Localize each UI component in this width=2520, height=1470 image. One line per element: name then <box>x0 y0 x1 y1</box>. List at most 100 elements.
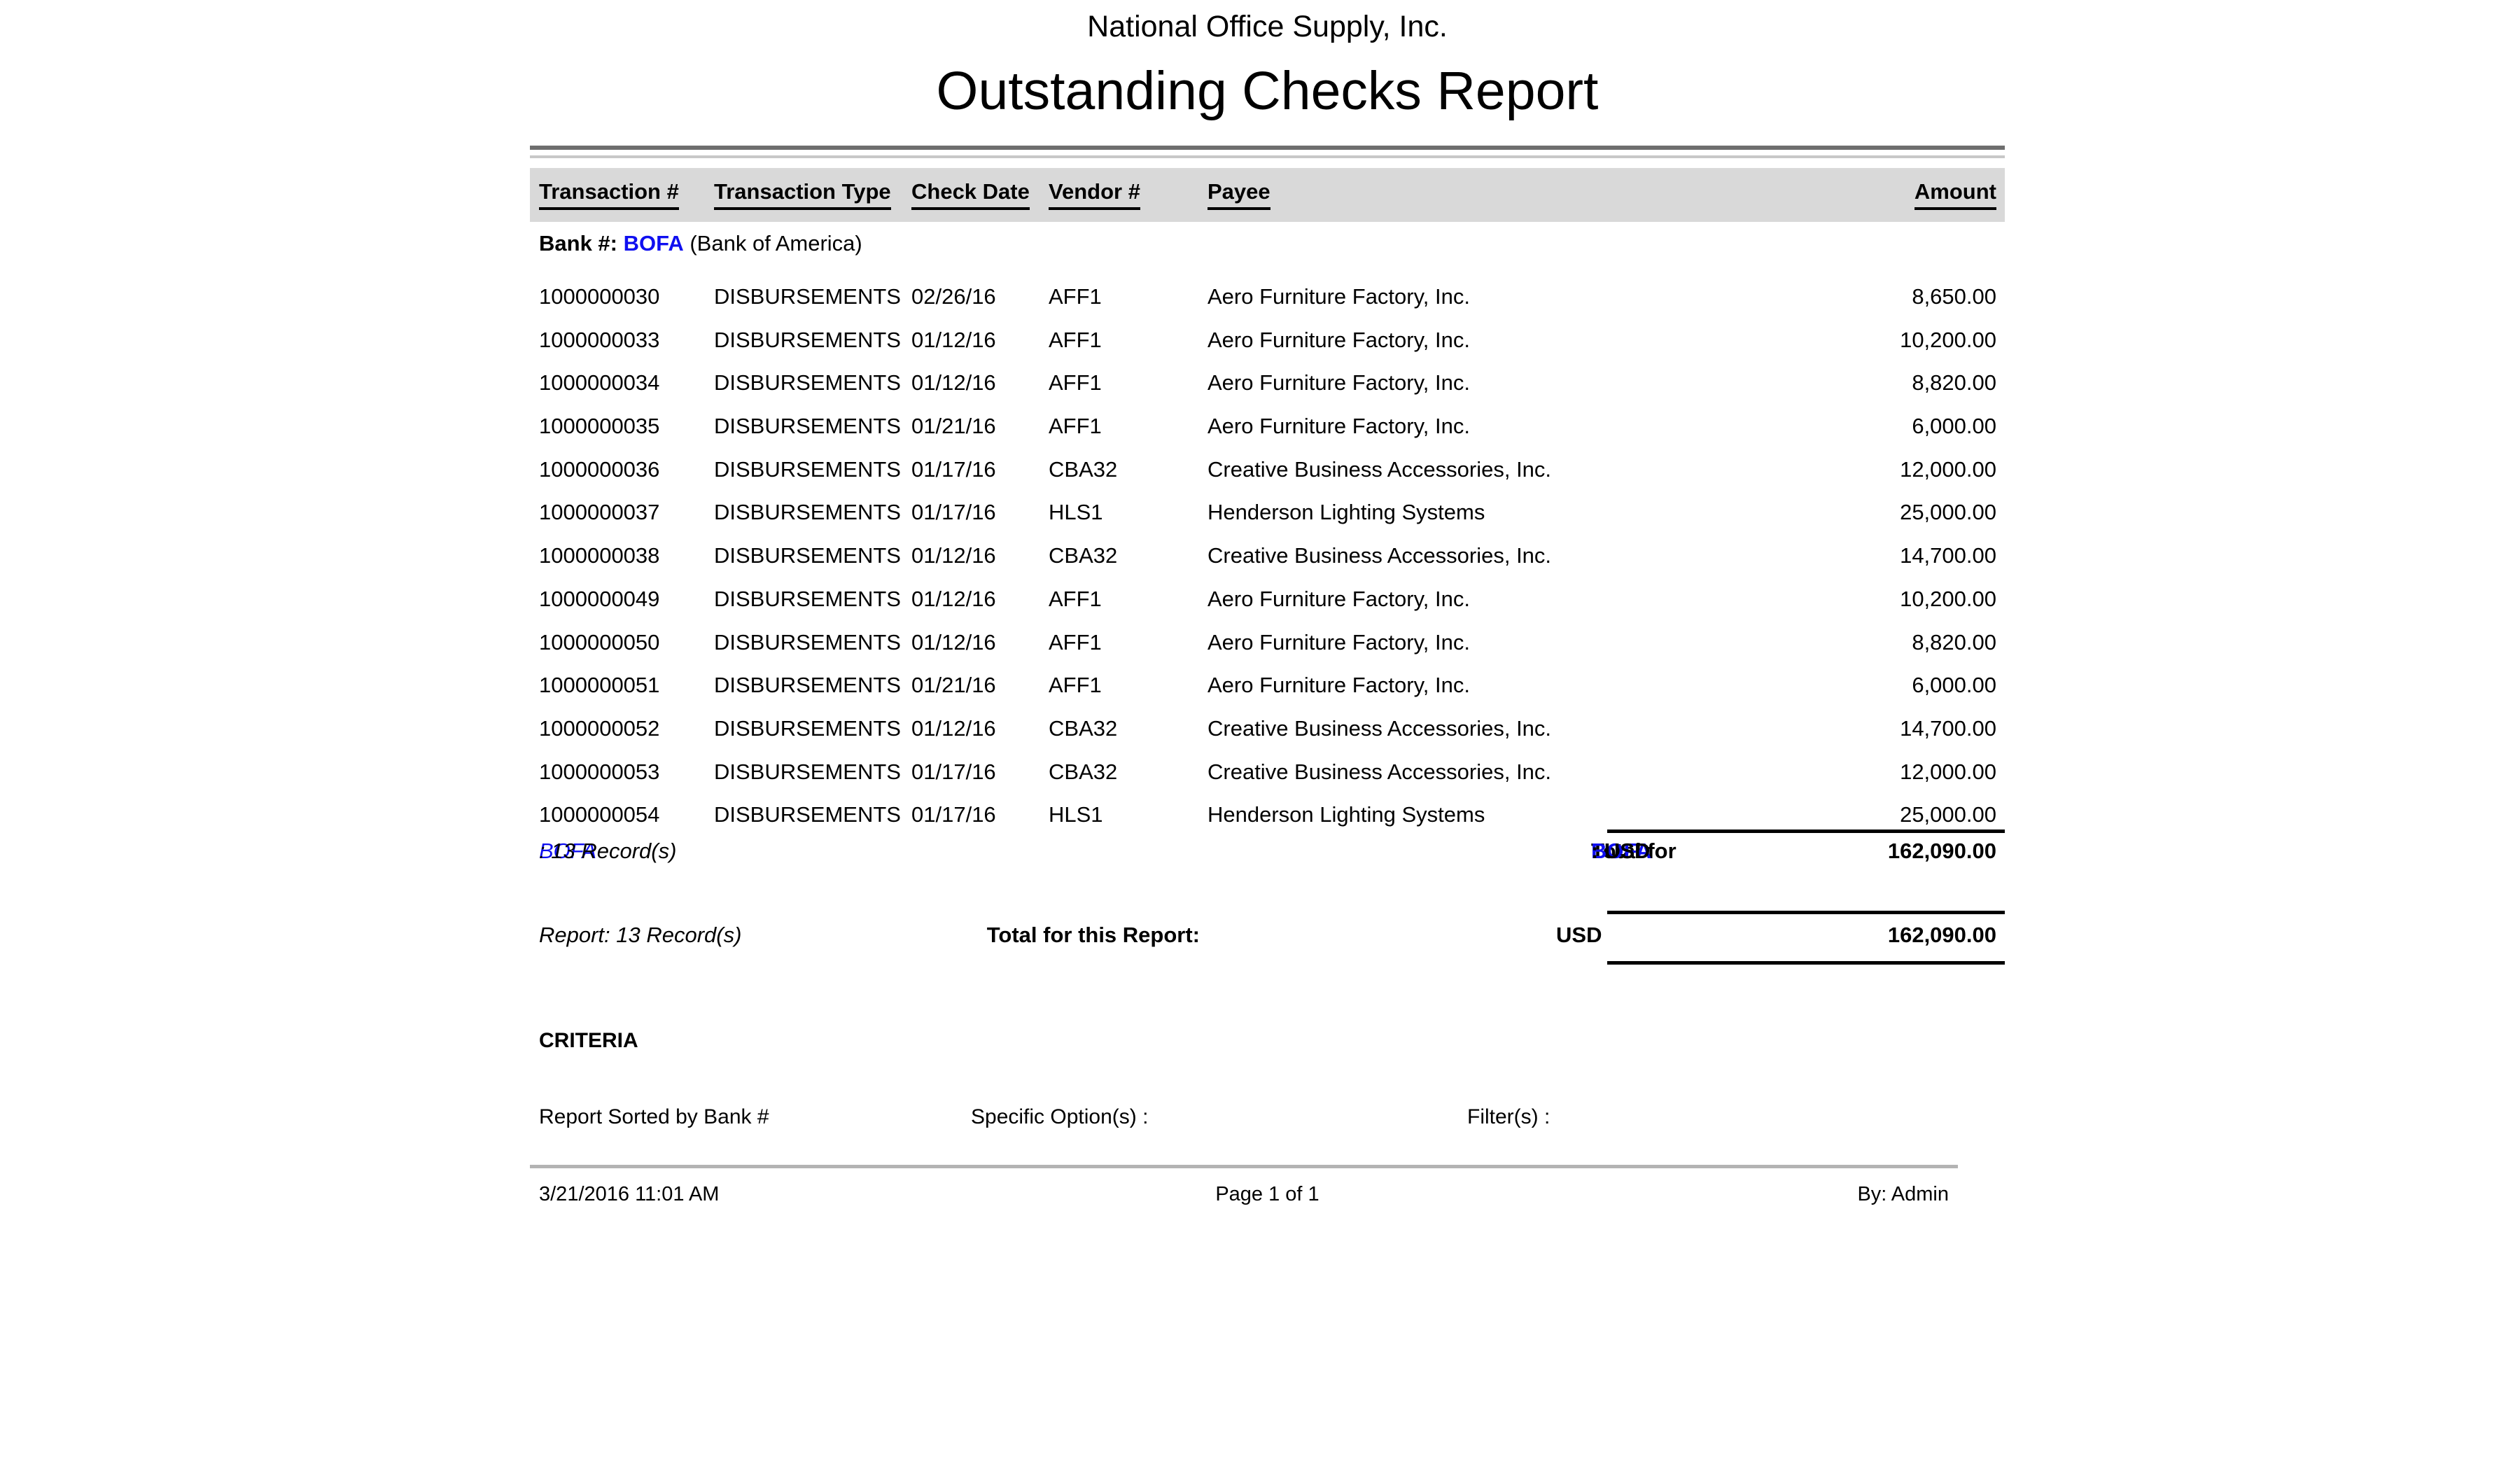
company-name: National Office Supply, Inc. <box>530 8 2005 46</box>
footer-generated-by: By: Admin <box>1857 1182 1949 1207</box>
cell-transaction-type: DISBURSEMENTS <box>714 578 901 621</box>
table-row: 1000000038 DISBURSEMENTS 01/12/16 CBA32 … <box>530 534 2005 578</box>
bank-label: Bank #: <box>539 231 617 255</box>
report-total-row: Report: 13 Record(s) Total for this Repo… <box>530 920 2005 951</box>
cell-payee: Aero Furniture Factory, Inc. <box>1208 578 1470 621</box>
cell-transaction-number: 1000000033 <box>539 318 659 362</box>
column-header-amount: Amount <box>1914 179 1996 210</box>
cell-transaction-number: 1000000036 <box>539 448 659 491</box>
cell-vendor-number: AFF1 <box>1049 275 1102 318</box>
cell-vendor-number: HLS1 <box>1049 793 1103 836</box>
cell-payee: Creative Business Accessories, Inc. <box>1208 750 1551 794</box>
cell-amount: 14,700.00 <box>1900 707 1996 750</box>
cell-vendor-number: AFF1 <box>1049 621 1102 664</box>
table-row: 1000000033 DISBURSEMENTS 01/12/16 AFF1 A… <box>530 318 2005 362</box>
cell-amount: 10,200.00 <box>1900 578 1996 621</box>
cell-check-date: 01/17/16 <box>911 793 996 836</box>
bank-total-rule <box>1607 830 2005 833</box>
cell-payee: Creative Business Accessories, Inc. <box>1208 707 1551 750</box>
table-row: 1000000036 DISBURSEMENTS 01/17/16 CBA32 … <box>530 448 2005 491</box>
cell-amount: 6,000.00 <box>1912 405 1996 448</box>
report-record-count: Report: 13 Record(s) <box>539 920 741 951</box>
cell-amount: 14,700.00 <box>1900 534 1996 578</box>
cell-transaction-type: DISBURSEMENTS <box>714 534 901 578</box>
table-row: 1000000034 DISBURSEMENTS 01/12/16 AFF1 A… <box>530 361 2005 405</box>
cell-transaction-type: DISBURSEMENTS <box>714 448 901 491</box>
table-row: 1000000052 DISBURSEMENTS 01/12/16 CBA32 … <box>530 707 2005 750</box>
cell-payee: Aero Furniture Factory, Inc. <box>1208 405 1470 448</box>
table-row: 1000000053 DISBURSEMENTS 01/17/16 CBA32 … <box>530 750 2005 794</box>
cell-amount: 8,820.00 <box>1912 621 1996 664</box>
cell-amount: 25,000.00 <box>1900 491 1996 534</box>
cell-check-date: 01/12/16 <box>911 578 996 621</box>
cell-transaction-number: 1000000034 <box>539 361 659 405</box>
cell-vendor-number: AFF1 <box>1049 578 1102 621</box>
cell-transaction-type: DISBURSEMENTS <box>714 405 901 448</box>
cell-amount: 12,000.00 <box>1900 750 1996 794</box>
cell-payee: Henderson Lighting Systems <box>1208 793 1485 836</box>
cell-transaction-number: 1000000030 <box>539 275 659 318</box>
cell-check-date: 01/12/16 <box>911 318 996 362</box>
column-header-transaction-type: Transaction Type <box>714 179 891 210</box>
report-total-label: Total for this Report: <box>987 920 1200 951</box>
cell-transaction-number: 1000000050 <box>539 621 659 664</box>
bank-name: (Bank of America) <box>690 231 862 255</box>
cell-check-date: 01/12/16 <box>911 361 996 405</box>
cell-check-date: 01/17/16 <box>911 750 996 794</box>
cell-payee: Creative Business Accessories, Inc. <box>1208 534 1551 578</box>
cell-transaction-type: DISBURSEMENTS <box>714 275 901 318</box>
table-header-row: Transaction # Transaction Type Check Dat… <box>530 168 2005 222</box>
cell-vendor-number: AFF1 <box>1049 405 1102 448</box>
cell-vendor-number: CBA32 <box>1049 534 1117 578</box>
cell-amount: 10,200.00 <box>1900 318 1996 362</box>
table-row: 1000000049 DISBURSEMENTS 01/12/16 AFF1 A… <box>530 578 2005 621</box>
cell-vendor-number: AFF1 <box>1049 318 1102 362</box>
cell-transaction-number: 1000000037 <box>539 491 659 534</box>
cell-vendor-number: CBA32 <box>1049 448 1117 491</box>
title-divider-light <box>530 155 2005 158</box>
title-divider-dark <box>530 146 2005 150</box>
cell-vendor-number: AFF1 <box>1049 361 1102 405</box>
column-header-payee: Payee <box>1208 179 1270 210</box>
column-header-transaction-number: Transaction # <box>539 179 679 210</box>
table-row: 1000000035 DISBURSEMENTS 01/21/16 AFF1 A… <box>530 405 2005 448</box>
column-header-check-date: Check Date <box>911 179 1030 210</box>
cell-transaction-type: DISBURSEMENTS <box>714 361 901 405</box>
criteria-specific-options: Specific Option(s) : <box>971 1105 1148 1130</box>
footer-divider <box>530 1165 1958 1168</box>
cell-payee: Aero Furniture Factory, Inc. <box>1208 621 1470 664</box>
cell-payee: Aero Furniture Factory, Inc. <box>1208 664 1470 707</box>
cell-check-date: 01/17/16 <box>911 448 996 491</box>
cell-transaction-number: 1000000038 <box>539 534 659 578</box>
footer-page-number: Page 1 of 1 <box>530 1182 2005 1207</box>
cell-vendor-number: CBA32 <box>1049 750 1117 794</box>
cell-transaction-type: DISBURSEMENTS <box>714 707 901 750</box>
cell-transaction-number: 1000000035 <box>539 405 659 448</box>
column-header-vendor-number: Vendor # <box>1049 179 1140 210</box>
cell-transaction-number: 1000000051 <box>539 664 659 707</box>
criteria-heading: CRITERIA <box>539 1029 638 1053</box>
cell-amount: 12,000.00 <box>1900 448 1996 491</box>
criteria-row: Report Sorted by Bank # Specific Option(… <box>530 1105 2005 1130</box>
cell-check-date: 01/12/16 <box>911 707 996 750</box>
cell-vendor-number: HLS1 <box>1049 491 1103 534</box>
page-title: Outstanding Checks Report <box>530 59 2005 123</box>
report-total-rule-bottom <box>1607 961 2005 965</box>
cell-vendor-number: CBA32 <box>1049 707 1117 750</box>
report-total-amount: 162,090.00 <box>1888 920 1996 951</box>
cell-transaction-number: 1000000052 <box>539 707 659 750</box>
cell-amount: 8,820.00 <box>1912 361 1996 405</box>
cell-check-date: 01/21/16 <box>911 405 996 448</box>
cell-check-date: 01/12/16 <box>911 534 996 578</box>
cell-transaction-type: DISBURSEMENTS <box>714 621 901 664</box>
report-total-currency: USD <box>1556 920 1602 951</box>
cell-check-date: 01/17/16 <box>911 491 996 534</box>
criteria-filters: Filter(s) : <box>1467 1105 1550 1130</box>
footer-row: 3/21/2016 11:01 AM Page 1 of 1 By: Admin <box>530 1182 2005 1207</box>
bank-total-amount: 162,090.00 <box>1888 837 1996 865</box>
cell-transaction-number: 1000000053 <box>539 750 659 794</box>
cell-check-date: 01/21/16 <box>911 664 996 707</box>
cell-transaction-type: DISBURSEMENTS <box>714 318 901 362</box>
table-row: 1000000037 DISBURSEMENTS 01/17/16 HLS1 H… <box>530 491 2005 534</box>
cell-payee: Creative Business Accessories, Inc. <box>1208 448 1551 491</box>
